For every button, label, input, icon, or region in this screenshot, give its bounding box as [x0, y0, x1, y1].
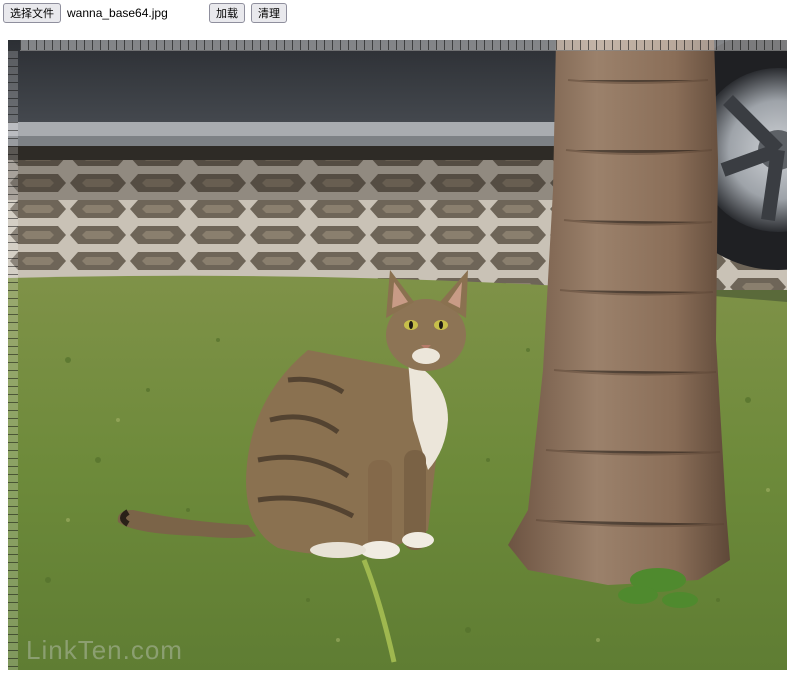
- ruler-horizontal: [20, 40, 787, 51]
- image-canvas[interactable]: LinkTen.com: [8, 40, 787, 670]
- selected-file-name: wanna_base64.jpg: [67, 6, 168, 20]
- clear-button[interactable]: 清理: [251, 3, 287, 23]
- ruler-vertical: [8, 50, 18, 670]
- watermark: LinkTen.com: [26, 635, 183, 665]
- photo: [8, 40, 787, 670]
- choose-file-button[interactable]: 选择文件: [3, 3, 61, 23]
- toolbar: 选择文件 wanna_base64.jpg 加载 清理: [3, 3, 287, 23]
- load-button[interactable]: 加载: [209, 3, 245, 23]
